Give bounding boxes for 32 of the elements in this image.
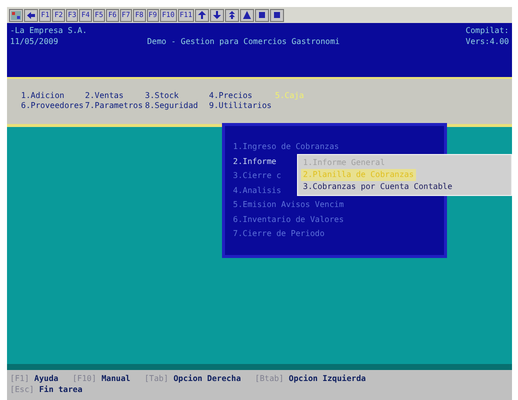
triangle-icon[interactable] xyxy=(240,8,254,22)
key-label: Opcion Izquierda xyxy=(288,373,366,384)
grid-icon[interactable] xyxy=(9,8,23,22)
date-text: 11/05/2009 xyxy=(10,36,60,47)
menu-item[interactable]: 8.Seguridad xyxy=(145,101,209,111)
menu-item[interactable]: 3.Stock xyxy=(145,91,209,101)
arrow-up-icon[interactable] xyxy=(195,8,210,22)
build-label: Compilat: xyxy=(466,25,509,36)
arrow-left-icon[interactable] xyxy=(24,8,38,22)
menu-item[interactable]: 2.Informe xyxy=(233,154,276,169)
menu-item[interactable]: 1.Adicion xyxy=(21,91,85,101)
key-label: Fin tarea xyxy=(39,384,82,395)
square-icon[interactable] xyxy=(255,8,270,22)
key-hint: [F1] xyxy=(10,373,30,384)
key-label: Ayuda xyxy=(34,373,58,384)
company-name: -La Empresa S.A. xyxy=(10,25,88,36)
arrow-down-icon[interactable] xyxy=(210,8,224,22)
key-hint: [F10] xyxy=(72,373,96,384)
square-icon[interactable] xyxy=(270,8,284,22)
key-label: Manual xyxy=(101,373,130,384)
menu-item[interactable]: 7.Parametros xyxy=(85,101,145,111)
app-title: Demo - Gestion para Comercios Gastronomi xyxy=(147,36,340,47)
key-hint: [Esc] xyxy=(10,384,34,395)
menu-item[interactable]: 9.Utilitarios xyxy=(209,101,275,111)
version-text: Vers:4.00 xyxy=(466,36,509,47)
menu-item[interactable]: 2.Ventas xyxy=(85,91,145,101)
menu-item[interactable]: 4.Precios xyxy=(209,91,275,101)
key-label: Opcion Derecha xyxy=(173,373,241,384)
menu-item[interactable]: 3.Cobranzas por Cuenta Contable xyxy=(301,181,454,193)
key-hint: [Tab] xyxy=(144,373,168,384)
menu-item[interactable]: 6.Proveedores xyxy=(21,101,85,111)
key-hint: [Btab] xyxy=(254,373,284,384)
